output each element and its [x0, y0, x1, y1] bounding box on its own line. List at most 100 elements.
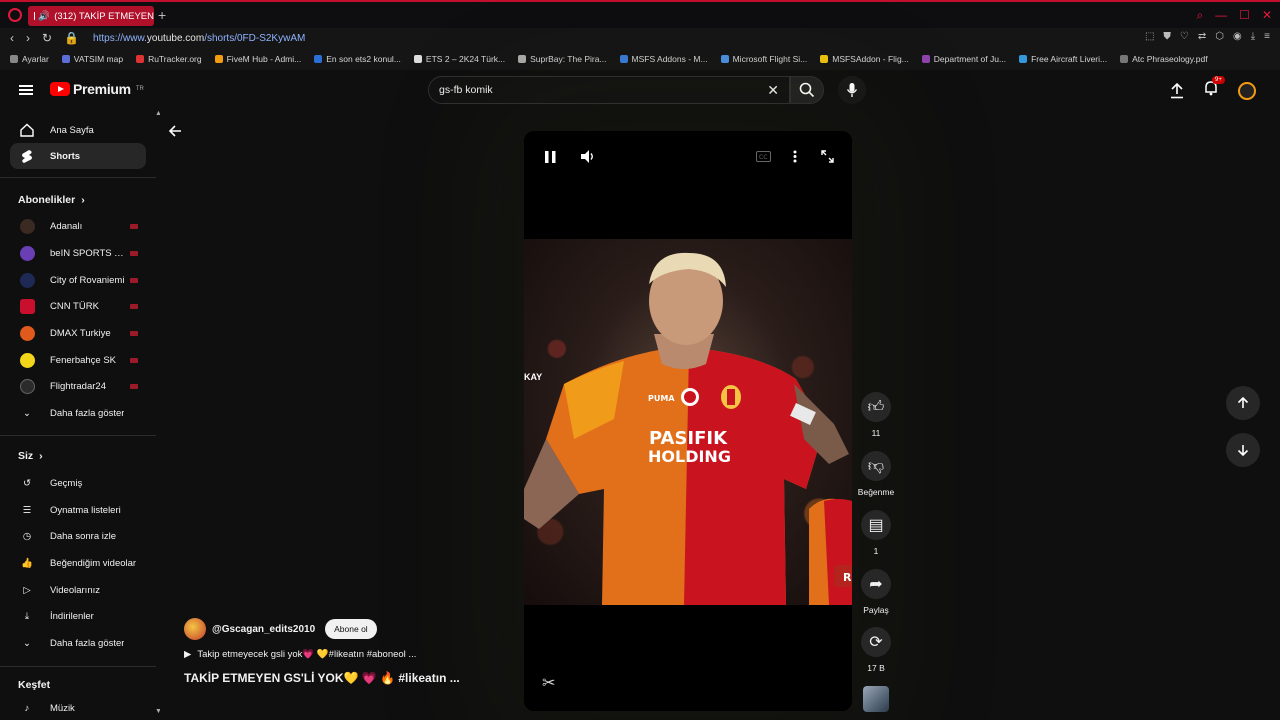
remix-count: 17 B	[867, 663, 885, 673]
bookmark-item[interactable]: Microsoft Flight Si...	[720, 54, 807, 64]
channel-name[interactable]: @Gscagan_edits2010	[212, 624, 315, 635]
sidebar-item-channel[interactable]: DMAX Turkiye	[10, 320, 146, 346]
sidebar-item-channel[interactable]: City of Rovaniemi	[10, 267, 146, 293]
active-tab[interactable]: 🔊 (312) TAKİP ETMEYEN	[28, 6, 154, 26]
sidebar-item-your-videos[interactable]: ▷ Videolarınız	[10, 577, 146, 603]
sidebar-item-label: Daha fazla göster	[50, 637, 125, 649]
heart-icon[interactable]: ♡	[1180, 31, 1189, 42]
reload-icon[interactable]: ↻	[42, 31, 52, 45]
sidebar-item-channel[interactable]: CNN TÜRK	[10, 293, 146, 319]
dislike-button[interactable]: 👎︎ Beğenme	[856, 451, 896, 497]
scroll-up-icon[interactable]: ▲	[155, 110, 160, 117]
bookmark-item[interactable]: MSFSAddon - Flig...	[820, 54, 909, 64]
scroll-down-icon[interactable]: ▼	[155, 708, 160, 715]
share-icon: ➦	[869, 576, 883, 593]
channel-avatar[interactable]	[184, 618, 206, 640]
search-tabs-icon[interactable]: ⌕	[1196, 8, 1203, 23]
share-button[interactable]: ➦ Paylaş	[856, 569, 896, 615]
sidebar-item-label: Ana Sayfa	[50, 124, 94, 136]
bookmark-item[interactable]: Atc Phraseology.pdf	[1120, 54, 1208, 64]
back-icon[interactable]: ‹	[10, 31, 14, 45]
youtube-logo-icon	[50, 82, 70, 96]
sidebar-item-show-more[interactable]: ⌄ Daha fazla göster	[10, 400, 146, 426]
bookmark-item[interactable]: Department of Ju...	[921, 54, 1006, 64]
notifications-button[interactable]: 9+	[1204, 76, 1225, 101]
bookmark-item[interactable]: ETS 2 – 2K24 Türk...	[413, 54, 505, 64]
sidebar-item-shorts[interactable]: Shorts	[10, 143, 146, 169]
voice-search-button[interactable]	[838, 76, 866, 104]
sidebar-item-playlists[interactable]: ☰ Oynatma listeleri	[10, 497, 146, 523]
bookmark-item[interactable]: FiveM Hub - Admi...	[214, 54, 301, 64]
bookmark-item[interactable]: En son ets2 konul...	[314, 54, 401, 64]
chevron-down-icon: ⌄	[23, 637, 31, 649]
captions-icon[interactable]: CC	[756, 151, 771, 162]
window-controls: ⌕ — ☐ ✕	[1196, 8, 1272, 23]
forward-icon[interactable]: ›	[26, 31, 30, 45]
sidebar-item-history[interactable]: ↺ Geçmiş	[10, 470, 146, 496]
youtube-premium-logo[interactable]: Premium TR	[50, 81, 144, 97]
you-heading[interactable]: Siz ›	[18, 450, 43, 462]
translate-icon[interactable]: ⇄	[1198, 31, 1206, 42]
download-icon[interactable]: ⤓	[1251, 31, 1255, 42]
remix-button[interactable]: ⟳ 17 B	[856, 627, 896, 673]
clear-search-icon[interactable]: ✕	[767, 82, 779, 99]
comments-button[interactable]: ▤ 1	[856, 510, 896, 556]
bookmark-item[interactable]: RuTracker.org	[136, 54, 202, 64]
bookmark-item[interactable]: Free Aircraft Liveri...	[1019, 54, 1107, 64]
lock-icon[interactable]: 🔒	[64, 31, 79, 45]
extensions-icon[interactable]: ⬡	[1215, 31, 1224, 42]
close-window-button[interactable]: ✕	[1262, 8, 1272, 23]
logo-text: Premium	[73, 81, 131, 97]
music-note-icon: ♪	[24, 702, 30, 714]
sidebar-item-downloads[interactable]: ⤓ İndirilenler	[10, 603, 146, 629]
more-options-icon[interactable]	[793, 150, 797, 163]
sidebar-item-label: Beğendiğim videolar	[50, 557, 137, 569]
fullscreen-icon[interactable]	[821, 150, 834, 163]
sidebar-item-watch-later[interactable]: ◷ Daha sonra izle	[10, 523, 146, 549]
short-title[interactable]: TAKİP ETMEYEN GS'Lİ YOK💛 💗 🔥 #likeatın .…	[184, 671, 514, 685]
bookmark-item[interactable]: SuprBay: The Pira...	[518, 54, 607, 64]
new-tab-button[interactable]: +	[158, 7, 166, 23]
like-button[interactable]: 👍︎ 11	[856, 392, 896, 438]
clock-icon: ◷	[22, 530, 32, 542]
menu-icon[interactable]: ≡	[1264, 31, 1270, 42]
maximize-button[interactable]: ☐	[1239, 8, 1250, 23]
subscriptions-heading[interactable]: Abonelikler ›	[18, 194, 85, 206]
search-value: gs-fb komik	[439, 84, 493, 96]
pause-icon[interactable]	[545, 151, 556, 163]
back-arrow-icon[interactable]	[168, 124, 182, 138]
bookmark-item[interactable]: VATSIM map	[61, 54, 123, 64]
sidebar-item-liked-videos[interactable]: 👍 Beğendiğim videolar	[10, 550, 146, 576]
sound-thumbnail[interactable]	[863, 686, 889, 712]
upload-icon[interactable]	[1170, 82, 1184, 99]
search-button[interactable]	[790, 76, 824, 104]
sidebar-item-label: Oynatma listeleri	[50, 504, 121, 516]
channel-avatar	[19, 272, 35, 288]
bookmark-item[interactable]: MSFS Addons - M...	[619, 54, 708, 64]
sidebar-item-music[interactable]: ♪ Müzik	[10, 695, 146, 720]
overlay-caption: KAY	[524, 372, 543, 382]
shield-icon[interactable]: ⛊	[1163, 31, 1171, 42]
opera-logo-icon[interactable]	[8, 8, 22, 22]
next-short-button[interactable]	[1226, 433, 1260, 467]
hamburger-menu-icon[interactable]	[19, 85, 33, 95]
account-icon[interactable]: ◉	[1233, 31, 1242, 42]
minimize-button[interactable]: —	[1215, 8, 1227, 23]
description[interactable]: ▶ Takip etmeyecek gsli yok💗 💛#likeatın #…	[184, 649, 514, 660]
shorts-player[interactable]: CC PUMA PASIFIK HOLDING R KAY ✂	[524, 131, 852, 711]
sidebar-item-channel[interactable]: Flightradar24	[10, 373, 146, 399]
sidebar-item-show-more[interactable]: ⌄ Daha fazla göster	[10, 630, 146, 656]
bookmark-item[interactable]: Ayarlar	[10, 54, 49, 64]
volume-icon[interactable]	[581, 150, 595, 163]
sidebar-item-channel[interactable]: beIN SPORTS Tü...	[10, 240, 146, 266]
search-input[interactable]: gs-fb komik ✕	[428, 76, 790, 104]
account-avatar[interactable]	[1238, 81, 1256, 100]
sidebar-item-channel[interactable]: Fenerbahçe SK	[10, 347, 146, 373]
chevron-right-icon: ›	[39, 450, 43, 462]
url-field[interactable]: https://www.youtube.com/shorts/0FD-S2Kyw…	[93, 33, 305, 44]
sidebar-item-channel[interactable]: Adanalı	[10, 213, 146, 239]
sidebar-item-home[interactable]: Ana Sayfa	[10, 117, 146, 143]
snapshot-icon[interactable]: ⬚	[1145, 31, 1154, 42]
subscribe-button[interactable]: Abone ol	[325, 619, 377, 639]
previous-short-button[interactable]	[1226, 386, 1260, 420]
